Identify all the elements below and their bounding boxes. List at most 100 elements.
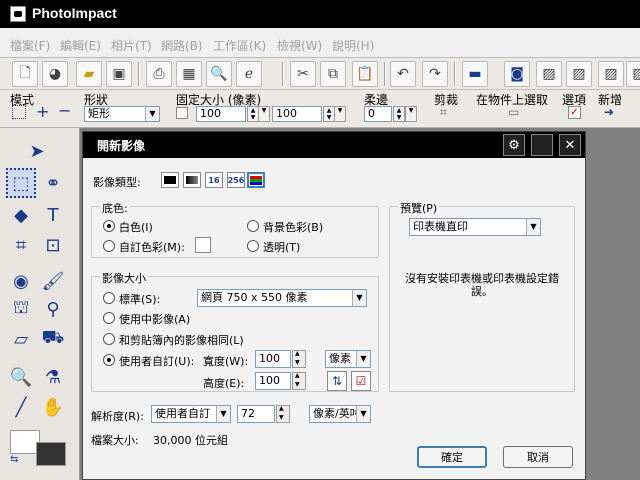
zoom-tool-icon[interactable]: 🔍 — [6, 362, 36, 392]
select-on-object-icon[interactable]: ▭ — [508, 105, 519, 119]
options-check-icon[interactable]: ✓ — [568, 106, 581, 119]
open-button[interactable]: ▰ — [76, 61, 102, 87]
transform-tool-icon[interactable]: ⊡ — [38, 230, 68, 260]
image-type-truecolor-button[interactable] — [247, 172, 265, 188]
standard-selection-tool-icon[interactable]: ⬚ — [6, 168, 36, 198]
bg-background-radio[interactable] — [247, 220, 259, 232]
height-field[interactable]: 100 — [255, 372, 291, 390]
size-standard-radio[interactable] — [103, 292, 115, 304]
line-tool-icon[interactable]: ╱ — [6, 392, 36, 422]
paint-brush-tool-icon[interactable]: 🖌 — [38, 266, 68, 296]
ok-button[interactable]: 確定 — [417, 446, 487, 468]
standard-size-select[interactable]: 網頁 750 x 550 像素 ▼ — [197, 289, 367, 307]
fixed-width-field[interactable]: 100 — [196, 106, 246, 122]
eraser-tool-icon[interactable]: ▱ — [6, 324, 36, 354]
custom-color-swatch[interactable] — [195, 237, 211, 253]
cancel-button[interactable]: 取消 — [503, 446, 573, 468]
new-selection-icon[interactable] — [12, 105, 26, 119]
bg-custom-radio[interactable] — [103, 240, 115, 252]
swap-dimensions-icon[interactable]: ⇅ — [327, 371, 347, 391]
soft-edge-field[interactable]: 0 — [364, 106, 392, 122]
cut-button[interactable]: ✂ — [290, 61, 316, 87]
lasso-tool-icon[interactable]: ⚭ — [38, 168, 68, 198]
background-color-swatch[interactable] — [36, 442, 66, 466]
resolution-mode-value: 使用者自訂 — [155, 407, 210, 420]
menu-file[interactable]: 檔案(F) — [10, 37, 50, 54]
path-drawing-tool-icon[interactable]: ◆ — [6, 200, 36, 230]
bg-white-radio[interactable] — [103, 220, 115, 232]
dialog-gear-icon[interactable]: ⚙ — [503, 134, 525, 156]
copy-button[interactable]: ⧉ — [320, 61, 346, 87]
text-tool-icon[interactable]: T — [38, 200, 68, 230]
fill-tool-icon[interactable]: ⛟ — [38, 324, 68, 354]
image-type-gray-button[interactable] — [183, 172, 201, 188]
image-3-button[interactable]: ▨ — [598, 61, 624, 87]
save-button[interactable]: ▣ — [106, 61, 132, 87]
menu-photo[interactable]: 相片(T) — [111, 37, 152, 54]
resolution-unit-select[interactable]: 像素/英吋 ▼ — [309, 405, 371, 423]
resolution-unit-value: 像素/英吋 — [313, 407, 361, 420]
height-spinner[interactable] — [292, 372, 306, 390]
resolution-label: 解析度(R): — [91, 410, 144, 423]
redo-button[interactable]: ↷ — [422, 61, 448, 87]
subtract-selection-icon[interactable]: − — [58, 101, 71, 120]
new-button[interactable]: 🗋 — [12, 61, 38, 87]
soft-edge-dropdown[interactable]: ▼ — [405, 106, 417, 122]
resolution-field[interactable]: 72 — [237, 405, 275, 423]
add-selection-icon[interactable]: + — [36, 102, 49, 121]
new-web-button[interactable]: ◕ — [42, 61, 68, 87]
camera-button[interactable]: ◙ — [504, 61, 530, 87]
preview-mode-select[interactable]: 印表機直印 ▼ — [409, 218, 541, 236]
width-field[interactable]: 100 — [255, 350, 291, 368]
menu-edit[interactable]: 編輯(E) — [60, 37, 101, 54]
image-type-256-button[interactable]: 256 — [227, 172, 245, 188]
menu-view[interactable]: 檢視(W) — [277, 37, 322, 54]
fixed-height-dropdown[interactable]: ▼ — [334, 106, 346, 122]
standard-toolbar: 🗋 ◕ ▰ ▣ ⎙ ▦ 🔍 ℯ ✂ ⧉ 📋 ↶ ↷ ▬ ◙ ▨ ▨ ▨ ▨ — [0, 58, 640, 90]
fixed-size-checkbox[interactable] — [176, 107, 188, 119]
clone-tool-icon[interactable]: ⚲ — [38, 294, 68, 324]
image-type-16-button[interactable]: 16 — [205, 172, 223, 188]
size-user-radio[interactable] — [103, 354, 115, 366]
print-preview-button[interactable]: 🔍 — [206, 61, 232, 87]
pick-tool-icon[interactable]: ➤ — [22, 136, 52, 166]
scan-button[interactable]: ▬ — [462, 61, 488, 87]
image-2-button[interactable]: ▨ — [566, 61, 592, 87]
print-layout-button[interactable]: ▦ — [176, 61, 202, 87]
add-image-icon[interactable]: ➜ — [604, 105, 614, 119]
image-4-button[interactable]: ▨ — [626, 61, 640, 87]
crop-tool-icon[interactable]: ⌗ — [6, 230, 36, 260]
resolution-spinner[interactable] — [276, 405, 290, 423]
swap-colors-icon[interactable]: ⇆ — [10, 454, 18, 465]
app-title-bar: PhotoImpact — [0, 0, 640, 28]
undo-button[interactable]: ↶ — [390, 61, 416, 87]
soft-edge-spinner[interactable]: ▲ ▼ — [393, 106, 405, 122]
menu-help[interactable]: 說明(H) — [332, 37, 374, 54]
bg-transparent-radio[interactable] — [247, 240, 259, 252]
resolution-mode-select[interactable]: 使用者自訂 ▼ — [151, 405, 231, 423]
panning-tool-icon[interactable]: ✋ — [38, 392, 68, 422]
size-active-radio[interactable] — [103, 312, 115, 324]
crop-icon[interactable]: ⌗ — [440, 105, 447, 120]
width-spinner[interactable] — [292, 350, 306, 368]
paste-button[interactable]: 📋 — [352, 61, 378, 87]
fixed-height-field[interactable]: 100 — [272, 106, 322, 122]
dialog-close-icon[interactable]: ✕ — [559, 134, 581, 156]
shape-select[interactable]: 矩形 ▼ — [84, 106, 160, 122]
image-type-bw-button[interactable] — [161, 172, 179, 188]
menu-workspace[interactable]: 工作區(K) — [213, 37, 266, 54]
stamp-tool-icon[interactable]: ⛫ — [6, 294, 36, 324]
menu-web[interactable]: 網路(B) — [161, 37, 203, 54]
retouch-tool-icon[interactable]: ◉ — [6, 266, 36, 296]
print-button[interactable]: ⎙ — [146, 61, 172, 87]
dialog-help-button[interactable] — [531, 134, 553, 156]
unit-select[interactable]: 像素 ▼ — [325, 350, 371, 368]
browser-preview-button[interactable]: ℯ — [236, 61, 262, 87]
fixed-width-dropdown[interactable]: ▼ — [258, 106, 270, 122]
chevron-down-icon: ▼ — [352, 290, 366, 306]
size-clipboard-radio[interactable] — [103, 333, 115, 345]
keep-aspect-check-icon[interactable]: ☑ — [351, 371, 371, 391]
eyedropper-tool-icon[interactable]: ⚗ — [38, 362, 68, 392]
image-1-button[interactable]: ▨ — [536, 61, 562, 87]
scanner-icon: ▬ — [468, 66, 482, 82]
